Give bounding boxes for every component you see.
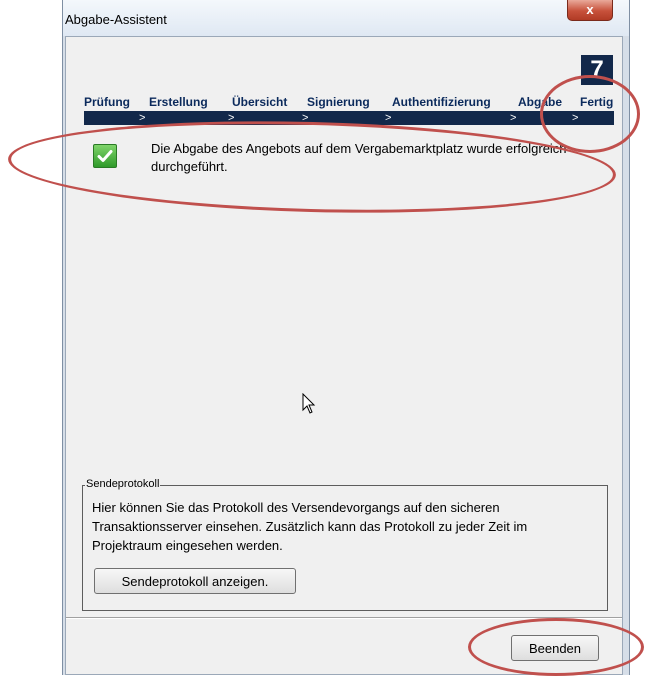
protocol-description: Hier können Sie das Protokoll des Versen… (92, 500, 528, 553)
annotation-ellipse-fertig (540, 75, 640, 153)
mouse-cursor-icon (302, 393, 316, 414)
show-protocol-button[interactable]: Sendeprotokoll anzeigen. (94, 568, 296, 594)
close-button[interactable]: x (567, 0, 613, 21)
window-title: Abgabe-Assistent (65, 12, 167, 27)
step-uebersicht: Übersicht (232, 95, 288, 109)
sendeprotokoll-group: Sendeprotokoll Hier können Sie das Proto… (82, 478, 608, 611)
annotation-ellipse-finish (468, 618, 644, 676)
chevron-right-icon: > (139, 112, 146, 124)
step-erstellung: Erstellung (149, 95, 208, 109)
chevron-right-icon: > (510, 112, 517, 124)
title-bar[interactable]: Abgabe-Assistent x (63, 0, 629, 36)
step-authentifizierung: Authentifizierung (392, 95, 491, 109)
step-pruefung: Prüfung (84, 95, 130, 109)
step-signierung: Signierung (307, 95, 370, 109)
chevron-right-icon: > (385, 112, 392, 124)
group-legend: Sendeprotokoll (85, 478, 161, 490)
